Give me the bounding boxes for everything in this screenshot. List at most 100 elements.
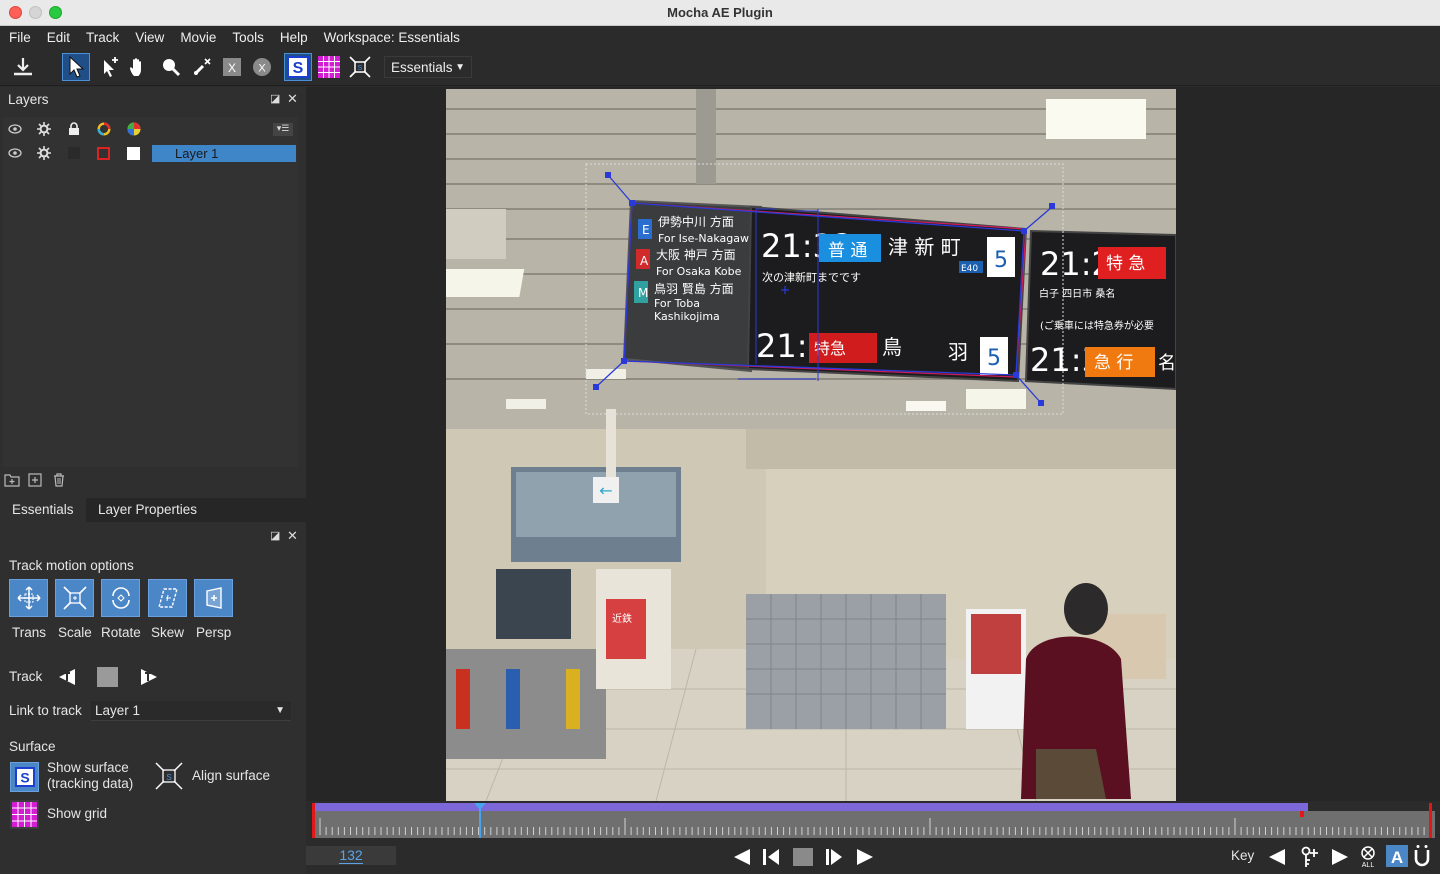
persp-button[interactable]	[194, 579, 233, 617]
stop-tracking-icon[interactable]	[97, 667, 118, 687]
toolbar: X X S S Essentials ▼	[0, 48, 1440, 86]
svg-text:S: S	[20, 770, 29, 786]
svg-text:次の津新町までです: 次の津新町までです	[762, 270, 861, 284]
show-grid-button[interactable]	[10, 800, 39, 832]
svg-text:Kashikojima: Kashikojima	[654, 310, 720, 323]
play-forwards-icon[interactable]	[856, 848, 874, 869]
surface-title: Surface	[9, 739, 56, 754]
show-surface-button[interactable]: S	[10, 762, 39, 792]
gear-icon[interactable]	[37, 146, 51, 163]
in-point-marker[interactable]	[312, 803, 315, 838]
export-icon[interactable]	[9, 53, 37, 81]
play-backwards-icon[interactable]	[733, 848, 751, 869]
track-backwards-icon[interactable]	[57, 667, 77, 690]
svg-text:A: A	[1391, 848, 1403, 865]
align-surface-label[interactable]: Align surface	[192, 768, 270, 783]
grid-icon	[10, 800, 39, 829]
rotate-icon	[111, 587, 130, 609]
close-panel-icon[interactable]: ✕	[287, 91, 298, 107]
layers-list: ▾☰ Layer 1	[3, 117, 298, 467]
surface-icon[interactable]: S	[284, 53, 312, 81]
track-forwards-icon[interactable]	[139, 667, 159, 690]
duplicate-layer-icon[interactable]	[28, 473, 43, 490]
title-bar: Mocha AE Plugin	[0, 0, 1440, 26]
poster-text: 近鉄	[612, 612, 632, 625]
stop-icon[interactable]	[793, 848, 813, 866]
svg-text:急 行: 急 行	[1094, 353, 1133, 373]
float-panel-icon[interactable]: ◪	[270, 92, 280, 105]
menu-workspace[interactable]: Workspace: Essentials	[324, 30, 460, 45]
hand-icon[interactable]	[125, 53, 153, 81]
menu-track[interactable]: Track	[86, 30, 119, 45]
lock-toggle[interactable]	[68, 147, 80, 159]
lock-icon[interactable]	[68, 122, 80, 139]
menu-file[interactable]: File	[9, 30, 31, 45]
autokey-icon[interactable]: A	[1386, 845, 1408, 867]
track-label: Track	[9, 669, 43, 684]
add-point-icon[interactable]	[96, 53, 124, 81]
scale-icon	[62, 586, 87, 610]
close-panel-icon[interactable]: ✕	[287, 528, 298, 544]
update-key-icon[interactable]	[1413, 845, 1431, 870]
layer-row[interactable]: Layer 1	[3, 144, 298, 164]
viewer-canvas[interactable]: 近鉄 ← E A M 伊勢中川 方面 For Ise-Nakagawa 大阪 神…	[306, 87, 1440, 801]
perspective-icon	[205, 587, 222, 609]
x-spline-icon[interactable]: X	[218, 53, 246, 81]
current-frame-field[interactable]: 132	[306, 846, 396, 865]
bezier-icon[interactable]: X	[248, 53, 276, 81]
move-arrows-icon	[16, 586, 41, 610]
trash-icon[interactable]	[52, 473, 66, 490]
chevron-down-icon: ▼	[455, 62, 465, 73]
svg-text:For Ise-Nakagawa: For Ise-Nakagawa	[658, 232, 756, 245]
scale-button[interactable]	[55, 579, 94, 617]
link-to-track-dropdown[interactable]: Layer 1 ▼	[91, 701, 291, 721]
skew-button[interactable]	[148, 579, 187, 617]
zoom-icon[interactable]	[156, 53, 184, 81]
step-forward-icon[interactable]	[825, 848, 843, 869]
tab-layer-properties[interactable]: Layer Properties	[86, 498, 209, 522]
rotate-button[interactable]	[101, 579, 140, 617]
timeline-ruler[interactable]	[306, 801, 1440, 843]
menu-tools[interactable]: Tools	[232, 30, 264, 45]
tab-essentials[interactable]: Essentials	[0, 498, 86, 522]
matte-color-swatch[interactable]	[127, 147, 140, 160]
layer-menu-icon[interactable]: ▾☰	[273, 123, 293, 136]
outline-color-swatch[interactable]	[97, 147, 110, 160]
step-backward-icon[interactable]	[762, 848, 780, 869]
show-grid-label[interactable]: Show grid	[47, 806, 107, 821]
float-panel-icon[interactable]: ◪	[270, 529, 280, 542]
gear-icon[interactable]	[37, 122, 51, 139]
menu-edit[interactable]: Edit	[47, 30, 70, 45]
align-surface-icon[interactable]: S	[154, 761, 184, 794]
new-folder-icon[interactable]	[4, 473, 20, 490]
menu-help[interactable]: Help	[280, 30, 308, 45]
layers-header-row: ▾☰	[3, 121, 298, 141]
menu-view[interactable]: View	[135, 30, 164, 45]
out-point-marker[interactable]	[1429, 803, 1432, 838]
prev-key-icon[interactable]	[1268, 848, 1286, 869]
next-key-icon[interactable]	[1331, 848, 1349, 869]
persp-label: Persp	[196, 625, 232, 640]
menu-bar: File Edit Track View Movie Tools Help Wo…	[0, 26, 1440, 48]
outline-color-icon[interactable]	[97, 122, 111, 139]
matte-color-icon[interactable]	[127, 122, 141, 139]
svg-text:鳥: 鳥	[882, 335, 902, 359]
menu-movie[interactable]: Movie	[180, 30, 216, 45]
layer-name[interactable]: Layer 1	[152, 145, 296, 162]
eye-icon[interactable]	[8, 147, 22, 162]
magnet-icon[interactable]	[188, 53, 216, 81]
delete-all-keys-icon[interactable]: ALL	[1358, 846, 1378, 871]
left-panel: Layers ◪ ✕ ▾☰ Layer 1 Essentials Layer P…	[0, 87, 306, 874]
add-key-icon[interactable]	[1299, 846, 1321, 871]
select-icon[interactable]	[62, 53, 90, 81]
signboard-left: E A M 伊勢中川 方面 For Ise-Nakagawa 大阪 神戸 方面 …	[622, 199, 763, 373]
grid-icon[interactable]	[315, 53, 343, 81]
footage-frame[interactable]: 近鉄 ← E A M 伊勢中川 方面 For Ise-Nakagawa 大阪 神…	[446, 89, 1176, 801]
station-photo: 近鉄 ← E A M 伊勢中川 方面 For Ise-Nakagawa 大阪 神…	[446, 89, 1176, 801]
signboard-center: 21:32 普 通 津 新 町 5 E40 次の津新町までです 21:35 特急…	[746, 205, 1028, 383]
eye-icon[interactable]	[8, 123, 22, 138]
workspace-dropdown[interactable]: Essentials ▼	[384, 56, 472, 78]
arrow-sign: ←	[599, 481, 612, 500]
trans-button[interactable]	[9, 579, 48, 617]
align-icon[interactable]: S	[346, 53, 374, 81]
